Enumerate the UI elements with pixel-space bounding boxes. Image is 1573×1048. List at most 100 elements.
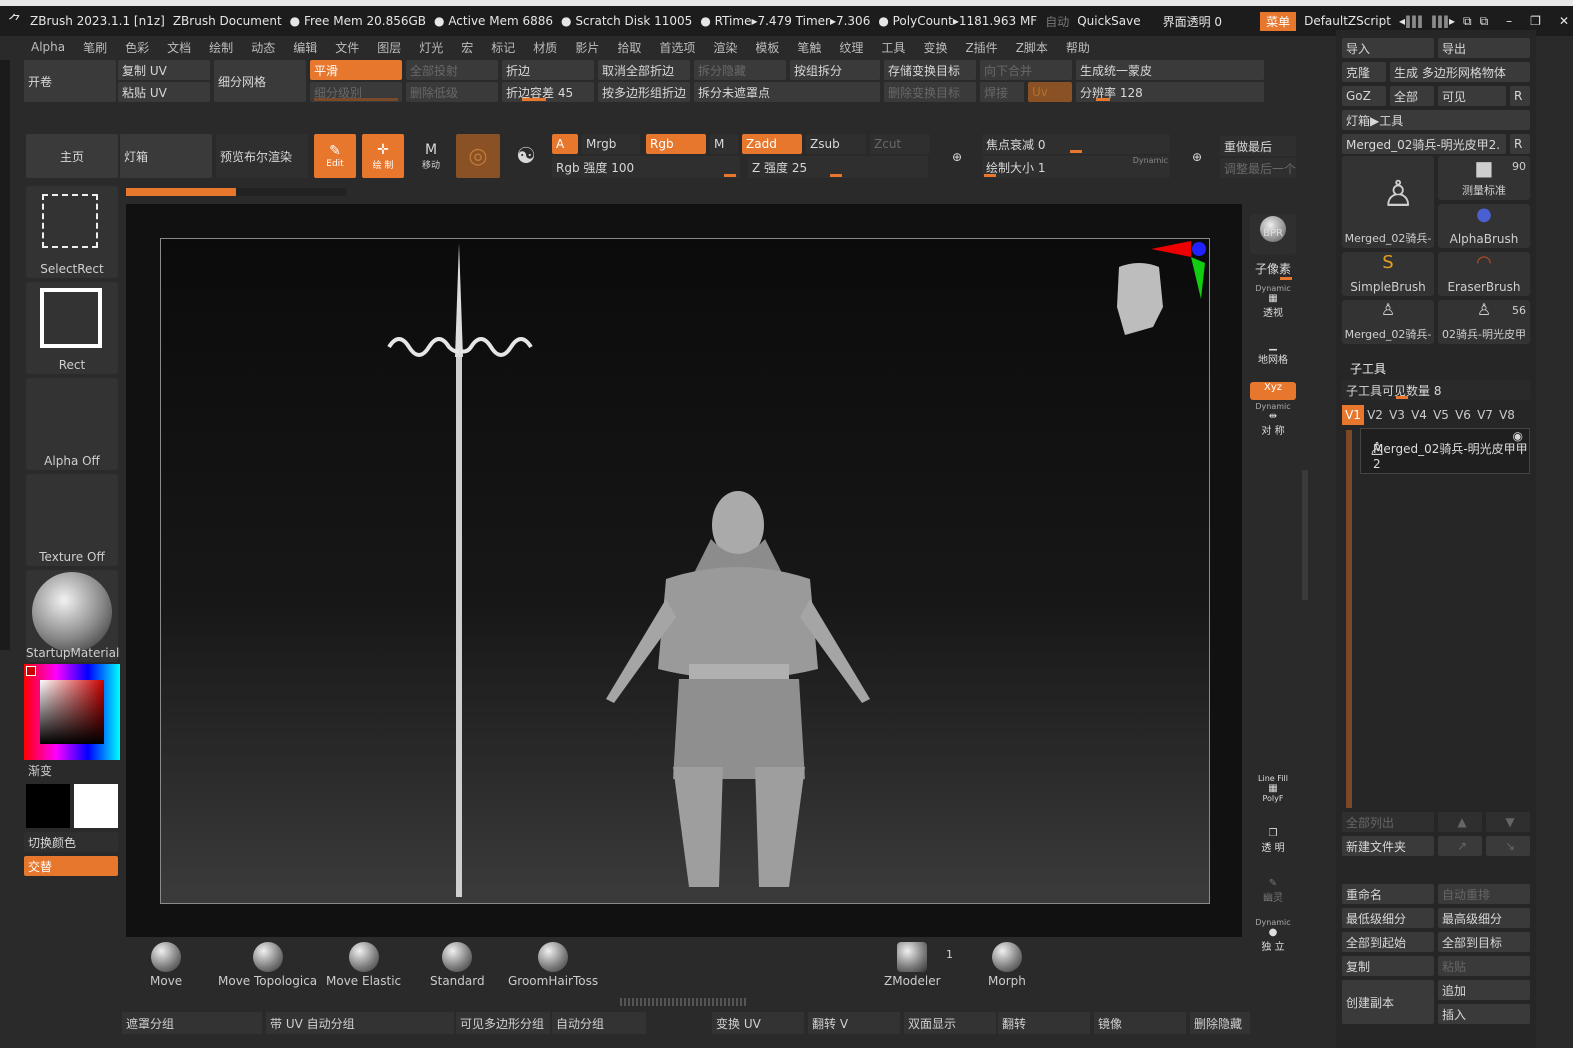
default-zscript[interactable]: DefaultZScript <box>1304 14 1391 28</box>
auto-reorder-button[interactable]: 自动重排 <box>1438 884 1530 904</box>
arrow-up-right-icon[interactable]: ↗ <box>1438 836 1482 856</box>
delete-hidden-button[interactable]: 删除隐藏 <box>1190 1012 1250 1034</box>
crease-button[interactable]: 折边 <box>502 60 594 80</box>
menu-alpha[interactable]: Alpha <box>22 40 74 54</box>
brush-zmodeler[interactable]: ZModeler <box>884 942 941 988</box>
merge-down-button[interactable]: 向下合并 <box>980 60 1072 80</box>
menu-button[interactable]: 菜单 <box>1260 11 1297 31</box>
goz-button[interactable]: GoZ <box>1342 86 1386 106</box>
ghost-button[interactable]: ✎ 幽灵 <box>1250 878 1296 914</box>
close-icon[interactable]: ✕ <box>1559 14 1569 28</box>
menu-light[interactable]: 灯光 <box>410 39 452 56</box>
subdivide-mesh-button[interactable]: 细分网格 <box>214 60 306 102</box>
menu-file[interactable]: 文件 <box>326 39 368 56</box>
layout-icon[interactable]: ◂‖‖‖ <box>1399 14 1423 28</box>
preview-boolean-button[interactable]: 预览布尔渲染 <box>216 134 308 178</box>
menu-transform[interactable]: 变换 <box>914 39 956 56</box>
clone-button[interactable]: 克隆 <box>1342 62 1386 82</box>
project-all-button[interactable]: 全部投射 <box>406 60 498 80</box>
color-sphere-button[interactable]: ☯ <box>506 134 546 178</box>
menu-render[interactable]: 渲染 <box>704 39 746 56</box>
groups-split-button[interactable]: 按组拆分 <box>790 60 880 80</box>
menu-material[interactable]: 材质 <box>524 39 566 56</box>
color-square[interactable] <box>40 680 104 744</box>
head-gizmo[interactable] <box>1117 263 1163 335</box>
rect-stroke[interactable]: Rect <box>26 282 118 374</box>
tool-thumb-measure[interactable]: ■ 测量标准 90 <box>1438 156 1530 200</box>
menu-zscript[interactable]: Z脚本 <box>1007 39 1057 56</box>
new-folder-button[interactable]: 新建文件夹 <box>1342 836 1434 856</box>
menu-picker[interactable]: 拾取 <box>608 39 650 56</box>
menu-marker[interactable]: 标记 <box>482 39 524 56</box>
rgb-intensity-slider[interactable]: Rgb 强度 100 <box>552 156 740 178</box>
menu-help[interactable]: 帮助 <box>1057 39 1099 56</box>
menu-movie[interactable]: 影片 <box>566 39 608 56</box>
subtool-header[interactable]: 子工具 <box>1350 360 1386 377</box>
edit-mode-button[interactable]: ✎ Edit <box>314 134 356 178</box>
morph-uv-button[interactable]: 变换 UV <box>712 1012 804 1034</box>
weld-button[interactable]: 焊接 <box>980 82 1024 102</box>
duplicate-button[interactable]: 创建副本 <box>1342 980 1434 1024</box>
a-toggle[interactable]: A <box>552 134 578 154</box>
ui-transparency-slider[interactable]: 界面透明 0 <box>1163 13 1222 30</box>
tab-v5[interactable]: V5 <box>1430 405 1452 425</box>
auto-groups-uv-button[interactable]: 带 UV 自动分组 <box>266 1012 454 1034</box>
polyframe-button[interactable]: Line Fill ▦ PolyF <box>1250 774 1296 814</box>
tab-v6[interactable]: V6 <box>1452 405 1474 425</box>
tool-thumb-merged-2[interactable]: ♙ Merged_02骑兵- <box>1342 300 1434 344</box>
all-to-target-button[interactable]: 全部到目标 <box>1438 932 1530 952</box>
double-sided-button[interactable]: 双面显示 <box>904 1012 996 1034</box>
tab-v1[interactable]: V1 <box>1342 405 1364 425</box>
tab-v4[interactable]: V4 <box>1408 405 1430 425</box>
zcut-toggle[interactable]: Zcut <box>870 134 930 154</box>
rgb-toggle[interactable]: Rgb <box>646 134 706 154</box>
menu-texture[interactable]: 纹理 <box>830 39 872 56</box>
menu-stroke[interactable]: 笔触 <box>788 39 830 56</box>
brush-standard[interactable]: Standard <box>430 942 485 988</box>
subtool-scrollbar[interactable] <box>1346 430 1352 808</box>
adjust-last-button[interactable]: 调整最后一个 <box>1220 158 1296 178</box>
current-tool-r-button[interactable]: R <box>1510 134 1530 154</box>
group-visible-button[interactable]: 可见多边形分组 <box>456 1012 550 1034</box>
xyz-symmetry-toggle[interactable]: Xyz <box>1250 382 1296 400</box>
draw-mode-button[interactable]: ✛ 绘 制 <box>362 134 404 178</box>
brush-morph[interactable]: Morph <box>988 942 1026 988</box>
crease-polygroups-button[interactable]: 按多边形组折边 <box>598 82 690 102</box>
group-masked-button[interactable]: 遮罩分组 <box>122 1012 262 1034</box>
menu-stencil[interactable]: 模板 <box>746 39 788 56</box>
zbrush-logo-icon[interactable]: ⺈ <box>8 11 22 31</box>
tool-thumb-merged[interactable]: ♙ Merged_02骑兵- <box>1342 156 1434 248</box>
arrow-down-right-icon[interactable]: ↘ <box>1486 836 1530 856</box>
menu-color[interactable]: 色彩 <box>116 39 158 56</box>
append-button[interactable]: 追加 <box>1438 980 1530 1000</box>
highest-subdiv-button[interactable]: 最高级细分 <box>1438 908 1530 928</box>
menu-zplugin[interactable]: Z插件 <box>956 39 1006 56</box>
copy-button[interactable]: 复制 <box>1342 956 1434 976</box>
lowest-subdiv-button[interactable]: 最低级细分 <box>1342 908 1434 928</box>
bpr-button[interactable]: BPR <box>1250 214 1296 254</box>
subdiv-level-slider[interactable]: 细分级别 <box>310 82 402 102</box>
tool-thumb-alphabrush[interactable]: ● AlphaBrush <box>1438 204 1530 248</box>
insert-button[interactable]: 插入 <box>1438 1004 1530 1024</box>
visible-count-slider[interactable]: 子工具可见数量 8 <box>1342 380 1530 400</box>
make-polymesh-button[interactable]: 生成 多边形网格物体 <box>1390 62 1530 82</box>
gradient-label[interactable]: 渐变 <box>28 762 52 779</box>
move-mode-button[interactable]: M 移动 <box>410 134 452 178</box>
menu-tool[interactable]: 工具 <box>872 39 914 56</box>
zsub-toggle[interactable]: Zsub <box>806 134 866 154</box>
color-picker[interactable] <box>24 664 120 760</box>
menu-document[interactable]: 文档 <box>158 39 200 56</box>
alternate-button[interactable]: 交替 <box>24 856 118 876</box>
list-all-button[interactable]: 全部列出 <box>1342 812 1434 832</box>
main-color-swatch[interactable] <box>26 784 70 828</box>
material-slot[interactable]: StartupMaterial <box>26 570 119 662</box>
menu-dynamics[interactable]: 动态 <box>242 39 284 56</box>
tab-v2[interactable]: V2 <box>1364 405 1386 425</box>
mrgb-toggle[interactable]: Mrgb <box>582 134 640 154</box>
paste-button[interactable]: 粘贴 <box>1438 956 1530 976</box>
transparency-button[interactable]: ❒ 透 明 <box>1250 828 1296 864</box>
resolution-slider[interactable]: 分辨率 128 <box>1076 82 1264 102</box>
focal-shift-slider[interactable]: 焦点衰减 0 <box>982 134 1170 154</box>
mirror-button[interactable]: 镜像 <box>1094 1012 1186 1034</box>
texture-off-slot[interactable]: Texture Off <box>26 474 118 566</box>
